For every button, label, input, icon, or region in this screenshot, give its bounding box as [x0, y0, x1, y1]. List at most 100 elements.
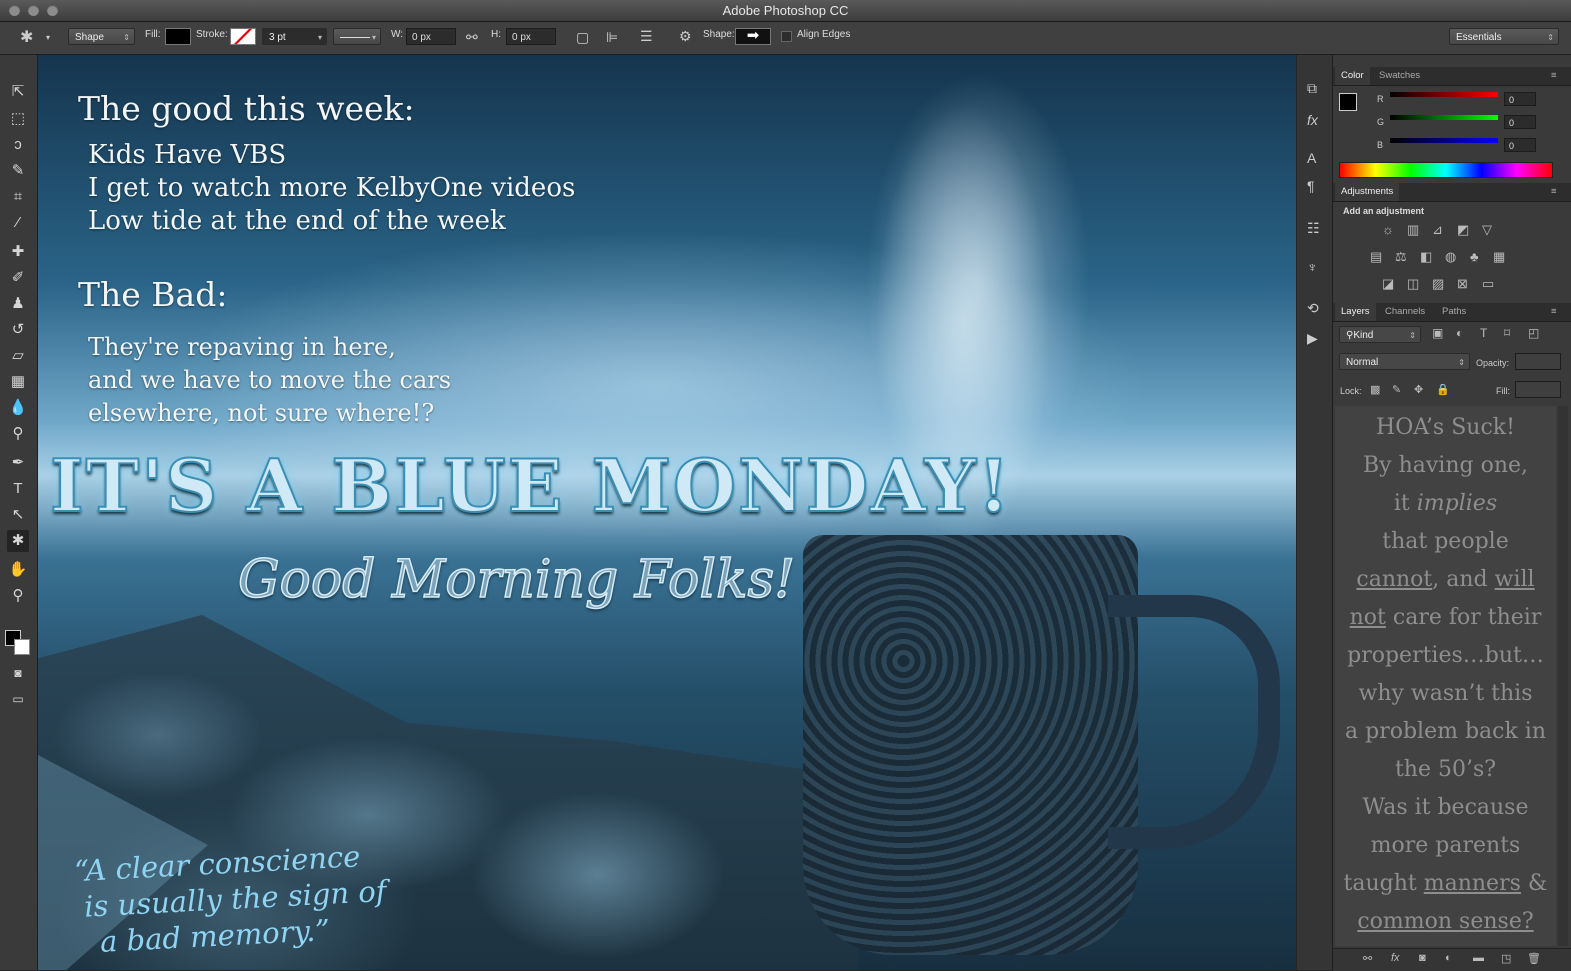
paragraph-icon[interactable]: ¶ [1307, 179, 1315, 193]
lock-position-icon[interactable]: ✥ [1414, 383, 1423, 396]
blend-mode-select[interactable]: Normal ⇕ [1339, 353, 1470, 370]
filter-type-icon[interactable]: T [1480, 326, 1487, 340]
levels-icon[interactable]: ▥ [1407, 222, 1419, 238]
healing-brush-tool-icon[interactable]: ✚ [7, 241, 29, 263]
link-icon[interactable]: ⚯ [466, 30, 478, 44]
chevron-down-icon[interactable]: ▾ [46, 34, 50, 42]
tab-color[interactable]: Color [1335, 67, 1370, 85]
history-icon[interactable]: ⟲ [1307, 301, 1319, 315]
opacity-field[interactable] [1515, 353, 1561, 370]
channel-mixer-icon[interactable]: ♣ [1470, 249, 1479, 264]
invert-icon[interactable]: ◪ [1382, 276, 1394, 292]
stroke-width-field[interactable]: 3 pt ▾ [262, 28, 327, 45]
tab-channels[interactable]: Channels [1379, 303, 1431, 321]
panel-menu-icon[interactable]: ≡ [1545, 67, 1563, 85]
filter-smart-object-icon[interactable]: ◰ [1528, 326, 1539, 340]
panel-menu-icon[interactable]: ≡ [1545, 303, 1563, 321]
screen-mode-icon[interactable]: ▭ [7, 688, 29, 710]
path-selection-tool-icon[interactable]: ↖ [7, 504, 29, 526]
tab-layers[interactable]: Layers [1335, 303, 1376, 321]
document-canvas[interactable]: The good this week: Kids Have VBS I get … [38, 55, 1296, 970]
exposure-icon[interactable]: ◩ [1457, 222, 1469, 238]
hand-tool-icon[interactable]: ✋ [7, 559, 29, 581]
selective-color-icon[interactable]: ⊠ [1457, 276, 1468, 292]
lock-image-pixels-icon[interactable]: ✎ [1392, 383, 1401, 396]
threshold-icon[interactable]: ▨ [1432, 276, 1444, 292]
new-layer-icon[interactable]: ◳ [1501, 952, 1511, 965]
blue-value-field[interactable]: 0 [1504, 138, 1536, 152]
align-edges-checkbox[interactable] [781, 31, 792, 42]
filter-adjustment-icon[interactable]: ◐ [1456, 326, 1463, 340]
workspace-select[interactable]: Essentials ⇕ [1449, 28, 1559, 45]
clone-source-icon[interactable]: ♆ [1307, 260, 1318, 274]
blur-tool-icon[interactable]: 💧 [7, 397, 29, 419]
tab-swatches[interactable]: Swatches [1373, 67, 1426, 85]
foreground-color-swatch[interactable] [1339, 93, 1357, 111]
path-arrangement-icon[interactable]: ☰ [640, 29, 653, 43]
gear-icon[interactable]: ⚙ [679, 29, 692, 43]
lasso-tool-icon[interactable]: ↄ [7, 134, 29, 156]
green-value-field[interactable]: 0 [1504, 115, 1536, 129]
eraser-tool-icon[interactable]: ▱ [7, 345, 29, 367]
type-tool-icon[interactable]: T [7, 478, 29, 500]
red-slider[interactable] [1390, 92, 1498, 97]
custom-shape-tool-preset-icon[interactable]: ✱ [20, 30, 33, 46]
character-icon[interactable]: A [1307, 151, 1316, 165]
tab-paths[interactable]: Paths [1436, 303, 1472, 321]
color-balance-icon[interactable]: ⚖ [1395, 249, 1407, 265]
styles-fx-icon[interactable]: fx [1307, 113, 1318, 127]
actions-play-icon[interactable]: ▶ [1307, 331, 1318, 345]
layer-filter-kind-select[interactable]: ⚲Kind ⇕ [1339, 326, 1421, 343]
color-lookup-icon[interactable]: ▦ [1493, 249, 1505, 265]
pen-tool-icon[interactable]: ✒ [7, 452, 29, 474]
lock-all-icon[interactable]: 🔒 [1436, 383, 1450, 396]
green-slider[interactable] [1390, 115, 1498, 120]
background-color-swatch[interactable] [14, 639, 30, 655]
link-layers-icon[interactable]: ⚯ [1363, 952, 1372, 965]
panel-menu-icon[interactable]: ≡ [1545, 183, 1563, 201]
hue-saturation-icon[interactable]: ▤ [1370, 249, 1382, 265]
layer-style-fx-icon[interactable]: fx [1391, 952, 1400, 964]
vibrance-icon[interactable]: ▽ [1482, 222, 1492, 238]
filter-shape-icon[interactable]: ⌑ [1504, 326, 1510, 340]
stroke-type-select[interactable]: ▾ [333, 28, 381, 45]
shape-picker-button[interactable]: ➡ [735, 28, 771, 45]
brush-settings-icon[interactable]: ☷ [1307, 221, 1320, 235]
filter-pixel-icon[interactable]: ▣ [1432, 326, 1443, 340]
move-tool-icon[interactable]: ⇱ [7, 81, 29, 103]
tab-adjustments[interactable]: Adjustments [1335, 183, 1400, 201]
path-operations-icon[interactable]: ▢ [576, 30, 589, 44]
stroke-color-button[interactable] [230, 28, 256, 45]
color-spectrum-bar[interactable] [1339, 162, 1553, 178]
gradient-map-icon[interactable]: ▭ [1482, 276, 1494, 292]
fill-color-button[interactable] [165, 28, 191, 45]
height-field[interactable]: 0 px [506, 28, 556, 45]
marquee-tool-icon[interactable]: ⬚ [7, 108, 29, 130]
tool-mode-select[interactable]: Shape ⇕ [68, 28, 135, 45]
new-adjustment-layer-icon[interactable]: ◐ [1445, 952, 1452, 964]
lock-transparent-pixels-icon[interactable]: ▩ [1370, 383, 1380, 396]
brush-tool-icon[interactable]: ✐ [7, 267, 29, 289]
layers-scrollbar[interactable] [1558, 406, 1568, 946]
eyedropper-tool-icon[interactable]: ⁄ [7, 212, 29, 234]
posterize-icon[interactable]: ◫ [1407, 276, 1419, 292]
history-brush-tool-icon[interactable]: ↺ [7, 319, 29, 341]
blue-slider[interactable] [1390, 138, 1498, 143]
brightness-icon[interactable]: ☼ [1382, 222, 1394, 237]
black-white-icon[interactable]: ◧ [1420, 249, 1432, 265]
fill-field[interactable] [1515, 381, 1561, 398]
red-value-field[interactable]: 0 [1504, 92, 1536, 106]
path-alignment-icon[interactable]: ⊫ [606, 30, 618, 44]
width-field[interactable]: 0 px [406, 28, 456, 45]
new-group-folder-icon[interactable]: ▬ [1473, 952, 1484, 964]
zoom-tool-icon[interactable]: ⚲ [7, 585, 29, 607]
clone-stamp-tool-icon[interactable]: ♟ [7, 293, 29, 315]
add-mask-icon[interactable]: ◙ [1419, 952, 1426, 964]
curves-icon[interactable]: ⊿ [1432, 222, 1443, 238]
custom-shape-tool-icon[interactable]: ✱ [7, 530, 29, 552]
quick-selection-tool-icon[interactable]: ✎ [7, 160, 29, 182]
libraries-icon[interactable]: ⧉ [1307, 81, 1317, 95]
dodge-tool-icon[interactable]: ⚲ [7, 423, 29, 445]
crop-tool-icon[interactable]: ⌗ [7, 186, 29, 208]
photo-filter-icon[interactable]: ◍ [1445, 249, 1456, 265]
